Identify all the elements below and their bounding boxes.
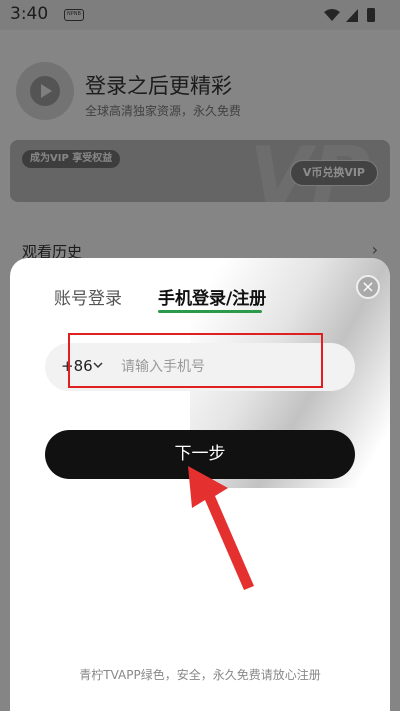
highlight-box: [68, 333, 323, 388]
red-arrow-annotation: [188, 466, 254, 590]
footer-note: 青柠TVAPP绿色，安全，永久免费请放心注册: [79, 668, 321, 682]
bottom-nav: [0, 698, 400, 711]
active-tab-indicator: [158, 310, 262, 313]
tab-account-login[interactable]: 账号登录: [54, 284, 122, 309]
tab-phone-login[interactable]: 手机登录/注册: [158, 284, 266, 309]
close-icon[interactable]: ×: [356, 275, 380, 299]
login-modal: × 账号登录 手机登录/注册 +86 下一步 青柠TVAPP绿色，安全，永久免费…: [10, 258, 390, 711]
